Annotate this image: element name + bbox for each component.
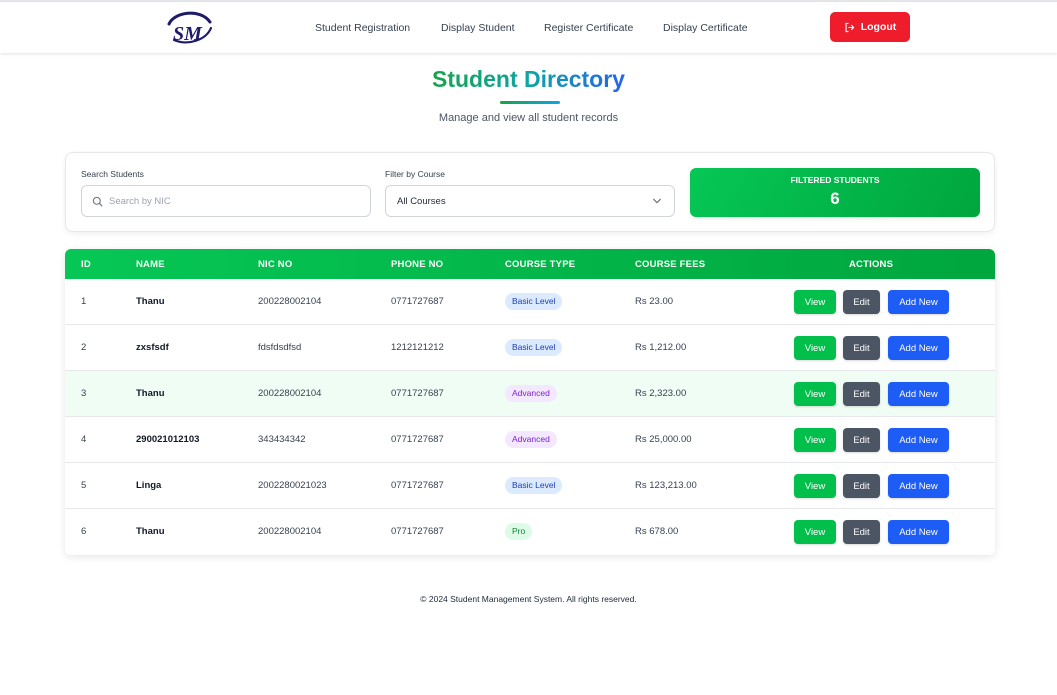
- logout-icon: [845, 22, 854, 32]
- cell-nic: fdsfdsdfsd: [258, 342, 302, 353]
- add-new-button[interactable]: Add New: [888, 428, 949, 452]
- table-row: 4 290021012103 343434342 0771727687 Advanced…: [65, 417, 995, 463]
- column-header-nic: NIC NO: [258, 259, 293, 270]
- filtered-count-value: 6: [830, 189, 840, 208]
- filtered-count-card: FILTERED STUDENTS 6: [690, 168, 980, 217]
- cell-phone: 0771727687: [391, 388, 444, 399]
- cell-nic: 200228002104: [258, 526, 322, 537]
- edit-button[interactable]: Edit: [843, 382, 880, 406]
- view-button[interactable]: View: [794, 520, 836, 544]
- cell-fees: Rs 1,212.00: [635, 342, 687, 353]
- cell-name: Thanu: [136, 296, 165, 307]
- add-new-button[interactable]: Add New: [888, 474, 949, 498]
- column-header-course-type: COURSE TYPE: [505, 259, 576, 270]
- cell-nic: 343434342: [258, 434, 306, 445]
- add-new-button[interactable]: Add New: [888, 290, 949, 314]
- table-row: 5 Linga 200228002​1023 0771727687 Basic Leve…: [65, 463, 995, 509]
- search-label: Search Students: [81, 169, 144, 179]
- search-icon: [92, 196, 103, 207]
- course-badge: Basic Level: [505, 339, 563, 356]
- course-badge: Basic Level: [505, 293, 563, 310]
- cell-fees: Rs 23.00: [635, 296, 674, 307]
- table-row: 6 Thanu 200228002104 0771727687 Pro Rs 678.00…: [65, 509, 995, 555]
- add-new-button[interactable]: Add New: [888, 382, 949, 406]
- nav-display-certificate[interactable]: Display Certificate: [663, 22, 748, 34]
- view-button[interactable]: View: [794, 382, 836, 406]
- navbar: SM Student Registration Display Student …: [0, 2, 1057, 53]
- cell-id: 6: [81, 526, 87, 537]
- course-badge: Advanced: [505, 431, 557, 448]
- cell-name: 290021012103: [136, 434, 200, 445]
- course-badge: Basic Level: [505, 477, 563, 494]
- add-new-button[interactable]: Add New: [888, 520, 949, 544]
- cell-phone: 1212121212: [391, 342, 444, 353]
- cell-fees: Rs 2,323.00: [635, 388, 687, 399]
- view-button[interactable]: View: [794, 428, 836, 452]
- footer-copyright: © 2024 Student Management System. All ri…: [420, 594, 637, 604]
- filtered-count-label: FILTERED STUDENTS: [790, 175, 880, 185]
- table-row: 1 Thanu 200228002104 0771727687 Basic Level R…: [65, 279, 995, 325]
- course-badge: Pro: [505, 523, 533, 540]
- cell-id: 5: [81, 480, 87, 491]
- cell-nic: 200228002104: [258, 388, 322, 399]
- view-button[interactable]: View: [794, 336, 836, 360]
- view-button[interactable]: View: [794, 474, 836, 498]
- cell-id: 3: [81, 388, 87, 399]
- edit-button[interactable]: Edit: [843, 290, 880, 314]
- search-input[interactable]: [109, 195, 349, 207]
- column-header-actions: ACTIONS: [849, 259, 894, 270]
- logo-text: SM: [173, 23, 203, 45]
- page-title-text: Student Directory: [432, 66, 625, 92]
- chevron-down-icon: [653, 198, 661, 204]
- filter-card: Search Students Filter by Course All Cou…: [65, 152, 995, 232]
- column-header-id: ID: [81, 259, 91, 270]
- cell-name: Thanu: [136, 526, 165, 537]
- cell-nic: 200228002​1023: [258, 480, 327, 491]
- column-header-phone: PHONE NO: [391, 259, 444, 270]
- nav-register-certificate[interactable]: Register Certificate: [544, 22, 633, 34]
- cell-nic: 200228002104: [258, 296, 322, 307]
- edit-button[interactable]: Edit: [843, 520, 880, 544]
- cell-phone: 0771727687: [391, 480, 444, 491]
- cell-name: zxsfsdf: [136, 342, 169, 353]
- page-subtitle: Manage and view all student records: [438, 112, 619, 124]
- course-filter-label: Filter by Course: [385, 169, 445, 179]
- page-title: Student Directory: [0, 66, 1057, 93]
- cell-phone: 0771727687: [391, 526, 444, 537]
- cell-phone: 0771727687: [391, 296, 444, 307]
- course-filter-value: All Courses: [397, 195, 446, 207]
- course-badge: Advanced: [505, 385, 557, 402]
- logo-icon: SM: [167, 11, 213, 45]
- cell-fees: Rs 678.00: [635, 526, 679, 537]
- view-button[interactable]: View: [794, 290, 836, 314]
- cell-name: Linga: [136, 480, 162, 491]
- edit-button[interactable]: Edit: [843, 336, 880, 360]
- logout-button[interactable]: Logout: [830, 12, 910, 42]
- cell-fees: Rs 123,213.00: [635, 480, 697, 491]
- cell-id: 1: [81, 296, 87, 307]
- cell-fees: Rs 25,000.00: [635, 434, 692, 445]
- table-row: 3 Thanu 200228002104 0771727687 Advanced Rs 2…: [65, 371, 995, 417]
- title-underline: [500, 101, 560, 104]
- logout-label: Logout: [860, 21, 897, 33]
- logo[interactable]: SM: [166, 10, 214, 46]
- nav-display-student[interactable]: Display Student: [441, 22, 515, 34]
- students-table: ID NAME NIC NO PHONE NO COURSE TYPE COUR…: [65, 249, 995, 555]
- table-row: 2 zxsfsdf fdsfdsdfsd 1212121212 Basic Level R…: [65, 325, 995, 371]
- add-new-button[interactable]: Add New: [888, 336, 949, 360]
- table-header: ID NAME NIC NO PHONE NO COURSE TYPE COUR…: [65, 249, 995, 279]
- column-header-course-fees: COURSE FEES: [635, 259, 706, 270]
- course-filter-select[interactable]: All Courses: [385, 185, 675, 217]
- cell-id: 2: [81, 342, 87, 353]
- edit-button[interactable]: Edit: [843, 428, 880, 452]
- cell-id: 4: [81, 434, 87, 445]
- nav-student-registration[interactable]: Student Registration: [315, 22, 410, 34]
- column-header-name: NAME: [136, 259, 165, 270]
- edit-button[interactable]: Edit: [843, 474, 880, 498]
- cell-phone: 0771727687: [391, 434, 444, 445]
- search-field[interactable]: [81, 185, 371, 217]
- cell-name: Thanu: [136, 388, 165, 399]
